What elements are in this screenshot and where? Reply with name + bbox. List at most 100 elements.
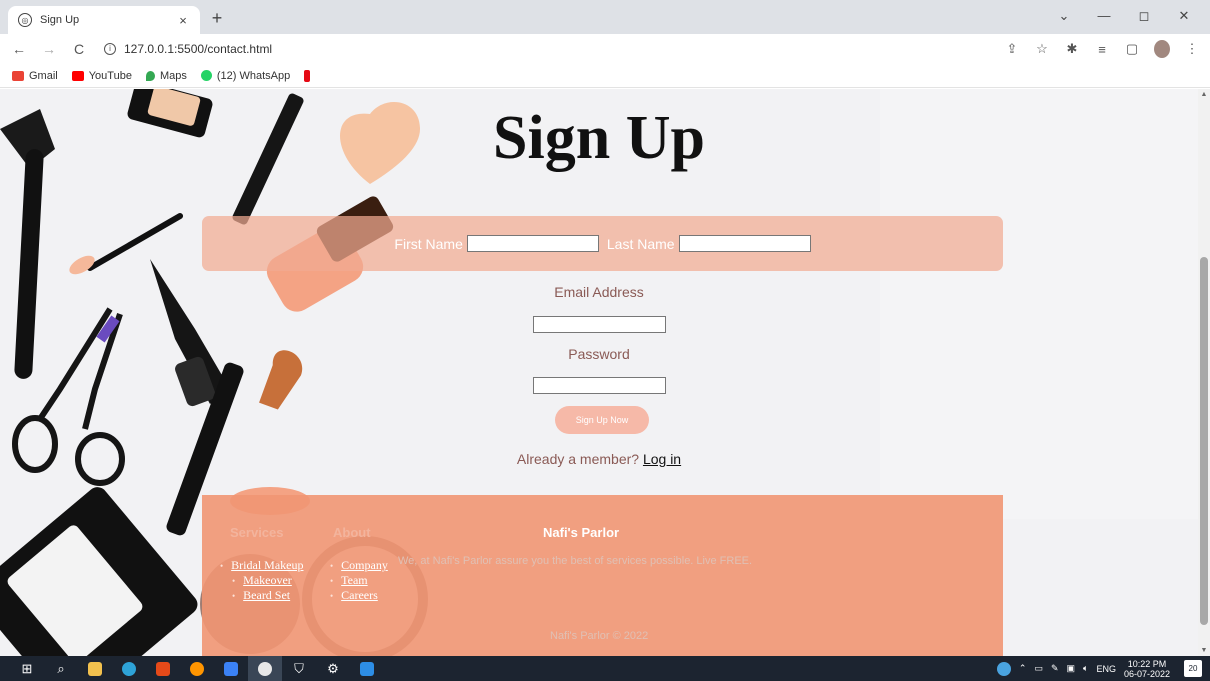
page-scrollbar[interactable]: ▲ ▼	[1198, 89, 1210, 656]
service-item[interactable]: Bridal Makeup	[220, 558, 303, 573]
scroll-down-icon[interactable]: ▼	[1200, 647, 1208, 654]
volume-icon[interactable]: 🔈︎	[1083, 663, 1088, 674]
member-prompt-text: Already a member?	[516, 451, 640, 467]
battery-icon[interactable]: ▭	[1034, 663, 1043, 674]
first-name-input[interactable]	[466, 235, 599, 252]
tab-strip: ◎ Sign Up × + ⌄ — ◻ ✕	[0, 0, 1210, 34]
about-list: Company Team Careers	[330, 558, 388, 603]
bookmark-star-icon[interactable]: ☆	[1034, 41, 1050, 57]
settings-icon[interactable]: ⚙	[316, 656, 350, 681]
service-item[interactable]: Makeover	[220, 573, 303, 588]
last-name-input[interactable]	[678, 235, 811, 252]
bookmark-label: YouTube	[88, 69, 132, 82]
language-indicator[interactable]: ENG	[1096, 664, 1116, 674]
bookmark-label: (12) WhatsApp	[216, 69, 291, 82]
file-explorer-icon[interactable]	[78, 656, 112, 681]
reading-list-icon[interactable]: ≡	[1094, 42, 1110, 57]
login-prompt: Already a member? Log in	[0, 451, 1198, 467]
url-text[interactable]: 127.0.0.1:5500/contact.html	[124, 42, 272, 56]
copyright-text: Nafi's Parlor © 2022	[550, 630, 649, 642]
about-item[interactable]: Team	[330, 573, 388, 588]
chevron-up-icon[interactable]: ⌃	[1019, 663, 1027, 674]
clock[interactable]: 10:22 PM 06-07-2022	[1124, 659, 1170, 679]
about-heading: About	[333, 525, 371, 540]
password-input-row	[0, 377, 1198, 397]
tab-search-icon[interactable]: ⌄	[1044, 6, 1084, 26]
toolbar-actions: ⇪ ☆ ✱ ≡ ▢ ⋮	[1004, 40, 1200, 58]
vscode-icon[interactable]	[350, 656, 384, 681]
email-label: Email Address	[554, 284, 644, 300]
bookmark-youtube[interactable]: YouTube	[71, 69, 132, 82]
back-icon[interactable]: ←	[10, 40, 28, 58]
login-link[interactable]: Log in	[643, 451, 681, 467]
first-name-label: First Name	[394, 235, 463, 252]
close-tab-icon[interactable]: ×	[176, 13, 190, 28]
email-input-row	[0, 316, 1198, 336]
search-icon[interactable]: ⌕	[44, 656, 78, 681]
password-label: Password	[568, 346, 630, 362]
close-window-button[interactable]: ✕	[1164, 6, 1204, 26]
about-item[interactable]: Careers	[330, 588, 388, 603]
chrome-icon[interactable]	[248, 656, 282, 681]
window-controls: ⌄ — ◻ ✕	[1044, 6, 1204, 26]
about-item[interactable]: Company	[330, 558, 388, 573]
bookmark-label: Maps	[159, 69, 187, 82]
extensions-icon[interactable]: ✱	[1064, 41, 1080, 57]
notification-badge[interactable]: 20	[1184, 660, 1202, 677]
system-tray: ⌃ ▭ ✎ ▣ 🔈︎ ENG 10:22 PM 06-07-2022	[996, 656, 1170, 681]
password-input[interactable]	[532, 377, 666, 394]
scroll-up-icon[interactable]: ▲	[1200, 91, 1208, 98]
address-bar[interactable]: i 127.0.0.1:5500/contact.html	[100, 37, 992, 61]
display-icon[interactable]: ▣	[1067, 663, 1076, 674]
new-tab-button[interactable]: +	[206, 8, 228, 30]
clock-date: 06-07-2022	[1123, 668, 1170, 679]
minimize-button[interactable]: —	[1084, 6, 1124, 26]
windows-start-icon[interactable]: ⊞	[10, 656, 44, 681]
globe-icon: ◎	[18, 13, 32, 27]
email-label-row: Email Address	[0, 284, 1198, 300]
side-panel-icon[interactable]: ▢	[1124, 41, 1140, 57]
forward-icon[interactable]: →	[40, 40, 58, 58]
store-icon[interactable]	[214, 656, 248, 681]
tab-sign-up[interactable]: ◎ Sign Up ×	[8, 6, 200, 34]
sign-up-now-button[interactable]: Sign Up Now	[555, 406, 649, 434]
page-title: Sign Up	[493, 104, 705, 172]
email-input[interactable]	[532, 316, 666, 333]
reload-icon[interactable]: C	[70, 40, 88, 58]
service-item[interactable]: Beard Set	[220, 588, 303, 603]
tab-title: Sign Up	[40, 14, 80, 26]
gmail-icon	[12, 70, 24, 81]
pen-icon[interactable]: ✎	[1051, 663, 1059, 674]
edge-icon[interactable]	[112, 656, 146, 681]
name-fields-row: First Name Last Name	[202, 216, 1003, 271]
bookmark-netflix[interactable]	[304, 69, 311, 82]
site-info-icon[interactable]: i	[104, 43, 116, 55]
brand-heading: Nafi's Parlor	[543, 525, 620, 540]
brand-description: We, at Nafi's Parlor assure you the best…	[398, 555, 753, 567]
site-footer: Services Bridal Makeup Makeover Beard Se…	[202, 495, 1003, 656]
bookmark-maps[interactable]: Maps	[145, 69, 187, 82]
youtube-icon	[71, 70, 84, 81]
browser-toolbar: ← → C i 127.0.0.1:5500/contact.html ⇪ ☆ …	[0, 34, 1210, 64]
clock-time: 10:22 PM	[1127, 658, 1167, 669]
password-label-row: Password	[0, 346, 1198, 362]
last-name-label: Last Name	[606, 235, 675, 252]
bookmark-gmail[interactable]: Gmail	[12, 70, 58, 82]
bookmark-label: Gmail	[29, 69, 58, 82]
bookmarks-bar: Gmail YouTube Maps (12) WhatsApp	[0, 64, 1210, 88]
whatsapp-icon	[200, 70, 212, 81]
scroll-thumb[interactable]	[1200, 257, 1208, 625]
bookmark-whatsapp[interactable]: (12) WhatsApp	[200, 69, 291, 82]
share-icon[interactable]: ⇪	[1004, 41, 1020, 57]
profile-avatar[interactable]	[1154, 40, 1170, 58]
office-icon[interactable]	[146, 656, 180, 681]
netflix-icon	[304, 69, 311, 82]
menu-icon[interactable]: ⋮	[1184, 41, 1200, 57]
restore-button[interactable]: ◻	[1124, 6, 1164, 26]
security-icon[interactable]: ⛉	[282, 656, 316, 681]
firefox-icon[interactable]	[180, 656, 214, 681]
help-icon[interactable]	[996, 661, 1011, 676]
page-viewport: Sign Up First Name Last Name Email Addre…	[0, 89, 1198, 656]
maps-pin-icon	[145, 70, 155, 81]
services-heading: Services	[230, 525, 284, 540]
